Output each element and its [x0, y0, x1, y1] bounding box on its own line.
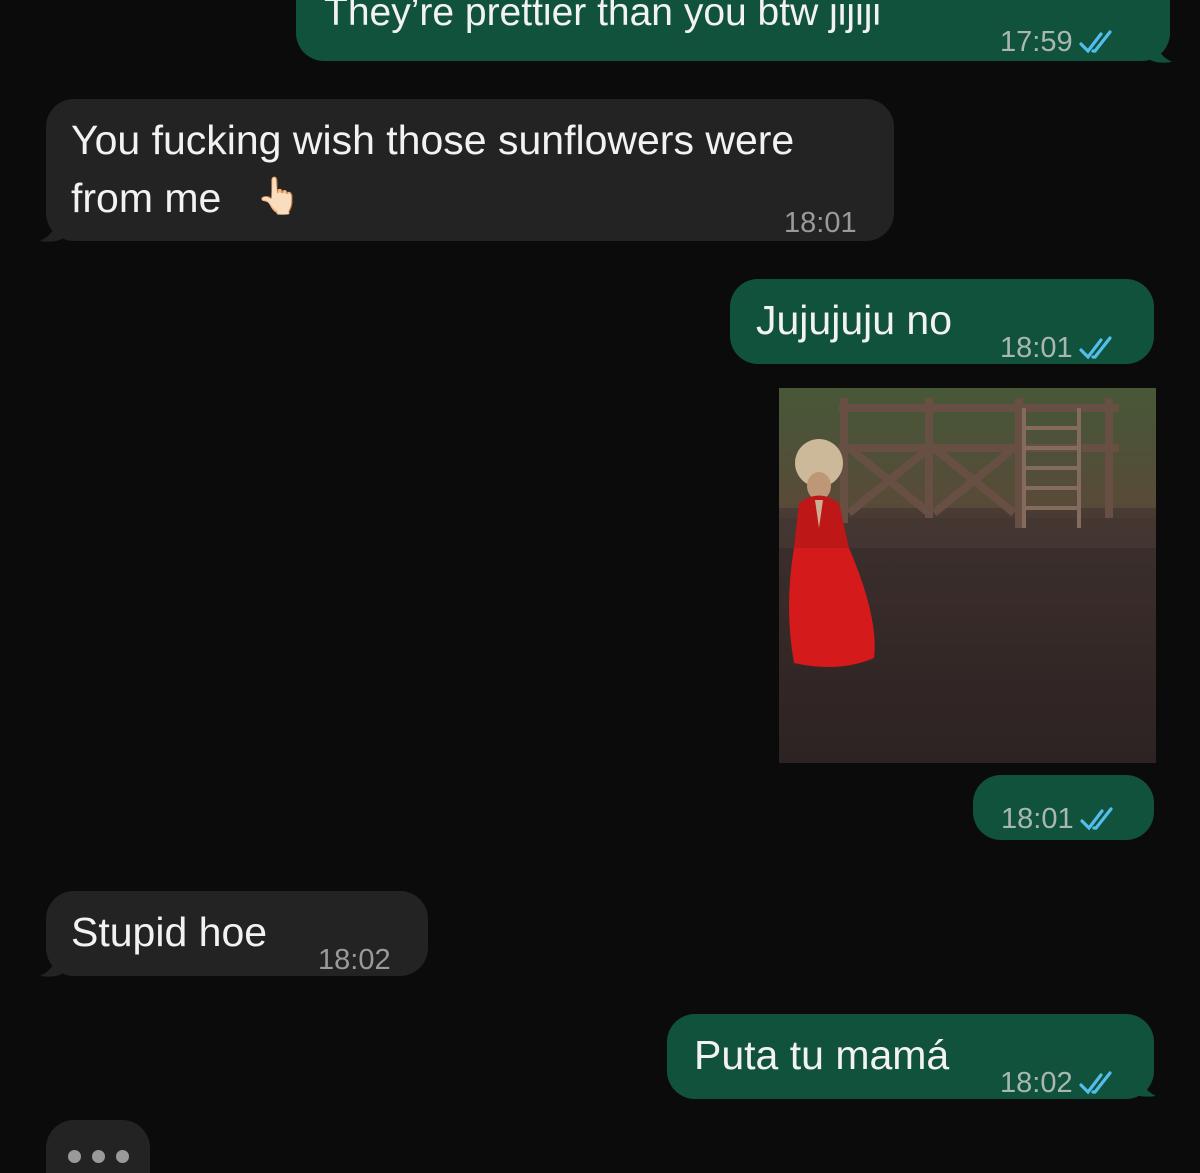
message-meta: 18:02	[318, 931, 391, 989]
bubble-tail	[1134, 1060, 1156, 1097]
message-time: 18:02	[1000, 1067, 1073, 1099]
message-time: 18:01	[784, 207, 857, 239]
message-text: Jujujuju no	[756, 297, 953, 343]
chat-thread: They’re prettier than you btw jijiji 17:…	[0, 0, 1200, 1173]
message-incoming-2[interactable]: Stupid hoe 18:02	[46, 891, 428, 976]
middle-finger-emoji: 👆🏻	[256, 175, 301, 216]
message-outgoing-4[interactable]: Puta tu mamá 18:02	[667, 1014, 1154, 1099]
message-time: 18:01	[1001, 803, 1074, 835]
double-check-icon	[1078, 30, 1112, 54]
message-meta: 18:01	[784, 194, 857, 252]
message-text-line-1: You fucking wish those sunflowers were	[71, 117, 795, 163]
double-check-icon	[1079, 807, 1113, 831]
message-text: They’re prettier than you btw jijiji	[324, 0, 882, 34]
double-check-icon	[1078, 1071, 1112, 1095]
message-outgoing-2[interactable]: Jujujuju no 18:01	[730, 279, 1154, 364]
typing-indicator	[46, 1120, 150, 1173]
video-sticker[interactable]	[779, 388, 1156, 763]
message-time: 18:01	[1000, 332, 1073, 364]
message-meta: 18:01	[1000, 319, 1119, 377]
message-incoming-1[interactable]: You fucking wish those sunflowers were f…	[46, 99, 894, 241]
bubble-tail	[40, 205, 62, 242]
message-meta: 18:02	[1000, 1054, 1119, 1112]
message-time: 17:59	[1000, 26, 1073, 58]
message-text-line-2: from me	[71, 175, 222, 221]
typing-dot	[116, 1150, 129, 1163]
message-text: Puta tu mamá	[694, 1032, 950, 1078]
message-meta: 18:01	[1001, 790, 1120, 848]
message-outgoing-1[interactable]: They’re prettier than you btw jijiji 17:…	[296, 0, 1170, 61]
sticker-image	[779, 388, 1156, 763]
double-check-icon	[1078, 336, 1112, 360]
typing-dot	[92, 1150, 105, 1163]
typing-dot	[68, 1150, 81, 1163]
message-time: 18:02	[318, 944, 391, 976]
bubble-tail	[40, 940, 62, 977]
message-text: Stupid hoe	[71, 909, 268, 955]
message-outgoing-3-meta[interactable]: 18:01	[973, 775, 1154, 840]
bubble-tail	[1150, 26, 1172, 63]
message-meta: 17:59	[1000, 13, 1119, 71]
